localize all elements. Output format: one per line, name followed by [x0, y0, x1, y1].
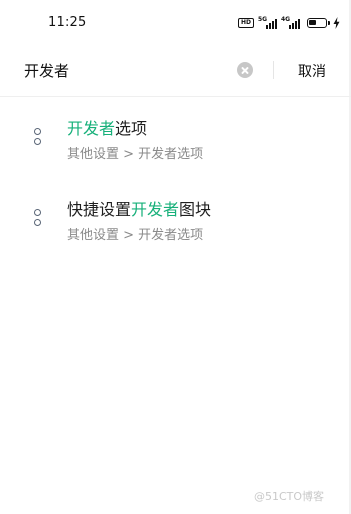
status-icons: HD 5G 4G [238, 16, 340, 30]
result-title: 快捷设置开发者图块 [67, 196, 211, 220]
result-title: 开发者选项 [67, 115, 147, 139]
cancel-button[interactable]: 取消 [298, 61, 326, 81]
battery-icon [307, 18, 330, 28]
result-title-text: 选项 [115, 119, 148, 138]
result-title-highlight: 开发者 [67, 119, 116, 138]
header-divider [0, 96, 351, 97]
hd-icon: HD [238, 18, 254, 28]
result-title-text: 图块 [179, 200, 212, 219]
clear-search-button[interactable] [237, 62, 253, 78]
watermark: @51CTO博客 [254, 490, 325, 503]
settings-search-screen: 11:25 HD 5G 4G 取消 开发者选项 其他设置 > 开发者选项 [0, 0, 351, 514]
search-divider [273, 61, 274, 79]
result-title-text: 快捷设置 [67, 200, 132, 219]
signal-4g-icon: 4G [281, 16, 301, 29]
settings-item-icon [33, 128, 43, 148]
search-result-item[interactable]: 快捷设置开发者图块 其他设置 > 开发者选项 [0, 189, 349, 257]
result-title-highlight: 开发者 [131, 200, 180, 219]
signal-5g-icon: 5G [258, 16, 278, 29]
result-path: 其他设置 > 开发者选项 [67, 147, 204, 162]
search-result-item[interactable]: 开发者选项 其他设置 > 开发者选项 [0, 108, 349, 176]
status-time: 11:25 [48, 15, 87, 30]
settings-item-icon [33, 209, 43, 229]
search-input[interactable] [24, 56, 224, 84]
search-bar: 取消 [0, 48, 351, 94]
result-path: 其他设置 > 开发者选项 [67, 228, 204, 243]
charging-icon [333, 17, 340, 29]
status-bar: 11:25 HD 5G 4G [0, 0, 351, 42]
